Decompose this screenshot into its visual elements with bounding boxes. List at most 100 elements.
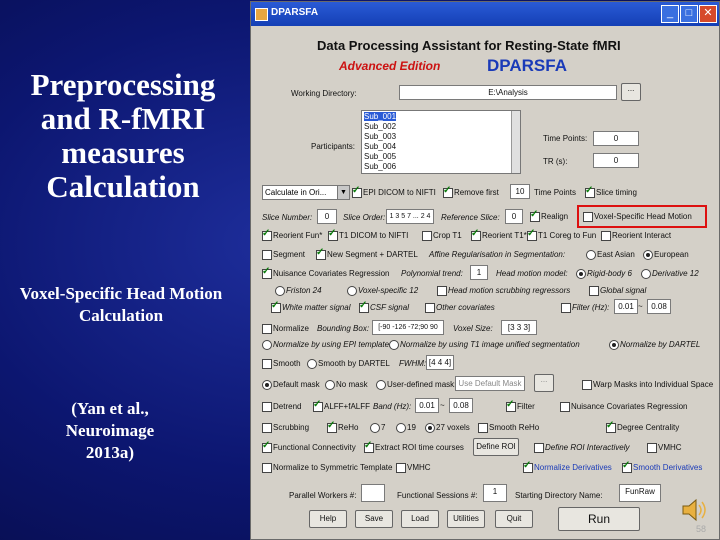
t1-dicom-checkbox[interactable] [328, 228, 338, 241]
filter-checkbox[interactable] [561, 303, 571, 313]
nuisance-regression-2-checkbox[interactable] [560, 402, 570, 412]
smooth-checkbox[interactable] [262, 359, 272, 369]
degree-centrality-checkbox[interactable] [606, 420, 616, 433]
user-mask-label: User-defined mask: [387, 380, 457, 389]
smooth-reho-checkbox[interactable] [478, 423, 488, 433]
extract-roi-checkbox[interactable] [364, 440, 374, 453]
smooth-derivatives-checkbox[interactable] [622, 460, 632, 473]
participants-scrollbar[interactable] [511, 111, 520, 173]
time-points-field[interactable]: 0 [593, 131, 639, 146]
reho-27-radio[interactable] [425, 423, 435, 433]
reorient-t1-checkbox[interactable] [471, 228, 481, 241]
remove-first-field[interactable]: 10 [510, 184, 530, 199]
csf-signal-checkbox[interactable] [359, 300, 369, 313]
slice-timing-checkbox[interactable] [585, 185, 595, 198]
other-covariates-checkbox[interactable] [425, 303, 435, 313]
epi-dicom-checkbox[interactable] [352, 185, 362, 198]
slice-order-field[interactable]: 1 3 5 7 ... 2 4 6 8 ... 10 12 [386, 209, 434, 224]
participant-item[interactable]: Sub_004 [364, 142, 396, 151]
participant-item[interactable]: Sub_002 [364, 122, 396, 131]
rigid-body-radio[interactable] [576, 269, 586, 279]
no-mask-radio[interactable] [325, 380, 335, 390]
fwhm-field[interactable]: [4 4 4] [426, 355, 454, 370]
band-high-field[interactable]: 0.08 [449, 398, 473, 413]
participant-item[interactable]: Sub_003 [364, 132, 396, 141]
segment-checkbox[interactable] [262, 250, 272, 260]
vmhc-opt-label: VMHC [658, 443, 682, 452]
participant-item[interactable]: Sub_006 [364, 162, 396, 171]
voxel-head-motion-checkbox[interactable] [583, 212, 593, 222]
quit-button[interactable]: Quit [495, 510, 533, 528]
global-signal-checkbox[interactable] [589, 286, 599, 296]
normalize-dartel-radio[interactable] [609, 340, 619, 350]
band-low-field[interactable]: 0.01 [415, 398, 439, 413]
voxel-specific-radio[interactable] [347, 286, 357, 296]
calculate-in-select[interactable]: Calculate in Ori... ▼ [262, 185, 350, 200]
friston-radio[interactable] [275, 286, 285, 296]
participant-item[interactable]: Sub_001 [364, 112, 397, 121]
reorient-fun-checkbox[interactable] [262, 228, 272, 241]
default-mask-radio[interactable] [262, 380, 272, 390]
normalize-epi-radio[interactable] [262, 340, 272, 350]
derivative-radio[interactable] [641, 269, 651, 279]
european-radio[interactable] [643, 250, 653, 260]
reho-7-label: 7 [381, 423, 386, 432]
normalize-symmetric-checkbox[interactable] [262, 463, 272, 473]
load-button[interactable]: Load [401, 510, 439, 528]
bounding-box-field[interactable]: [-90 -126 -72;90 90 108] [372, 320, 444, 335]
new-segment-checkbox[interactable] [316, 247, 326, 260]
voxel-size-field[interactable]: [3 3 3] [501, 320, 537, 335]
functional-sessions-field[interactable]: 1 [483, 484, 507, 502]
starting-directory-field[interactable]: FunRaw [619, 484, 661, 502]
reho-7-radio[interactable] [370, 423, 380, 433]
filter-low-field[interactable]: 0.01 [614, 299, 638, 314]
t1-coreg-checkbox[interactable] [527, 228, 537, 241]
mask-browse-button[interactable]: ... [534, 374, 554, 392]
normalize-t1-radio[interactable] [389, 340, 399, 350]
participant-item[interactable]: Sub_005 [364, 152, 396, 161]
vmhc-opt-checkbox[interactable] [647, 443, 657, 453]
alff-checkbox[interactable] [313, 399, 323, 412]
working-dir-field[interactable]: E:\Analysis [399, 85, 617, 100]
smooth-dartel-radio[interactable] [307, 359, 317, 369]
warp-masks-checkbox[interactable] [582, 380, 592, 390]
minimize-button[interactable]: _ [661, 5, 679, 23]
save-button[interactable]: Save [355, 510, 393, 528]
parallel-workers-field[interactable] [361, 484, 385, 502]
normalize-checkbox[interactable] [262, 324, 272, 334]
vmhc-checkbox[interactable] [396, 463, 406, 473]
filter-high-field[interactable]: 0.08 [647, 299, 671, 314]
wm-signal-checkbox[interactable] [271, 300, 281, 313]
reference-slice-field[interactable]: 0 [505, 209, 523, 224]
participants-list[interactable]: Sub_001 Sub_002 Sub_003 Sub_004 Sub_005 … [361, 110, 521, 174]
slice-number-field[interactable]: 0 [317, 209, 337, 224]
maximize-button[interactable]: □ [680, 5, 698, 23]
reho-19-radio[interactable] [396, 423, 406, 433]
app-logo: DPARSFA [487, 56, 567, 75]
help-button[interactable]: Help [309, 510, 347, 528]
normalize-derivatives-checkbox[interactable] [523, 460, 533, 473]
close-button[interactable]: ✕ [699, 5, 717, 23]
fc-checkbox[interactable] [262, 440, 272, 453]
crop-t1-checkbox[interactable] [422, 231, 432, 241]
east-asian-radio[interactable] [586, 250, 596, 260]
working-dir-browse-button[interactable]: ... [621, 83, 641, 101]
define-roi-interactively-checkbox[interactable] [534, 443, 544, 453]
realign-checkbox[interactable] [530, 209, 540, 222]
define-roi-button[interactable]: Define ROI [473, 438, 519, 456]
run-button[interactable]: Run [558, 507, 640, 531]
tr-field[interactable]: 0 [593, 153, 639, 168]
user-mask-radio[interactable] [376, 380, 386, 390]
user-mask-field[interactable]: Use Default Mask [455, 376, 525, 391]
nuisance-regression-checkbox[interactable] [262, 266, 272, 279]
detrend-checkbox[interactable] [262, 402, 272, 412]
remove-first-checkbox[interactable] [443, 185, 453, 198]
reho-checkbox[interactable] [327, 420, 337, 433]
speaker-icon[interactable] [680, 497, 708, 523]
polynomial-trend-field[interactable]: 1 [470, 265, 488, 280]
filter-2-checkbox[interactable] [506, 399, 516, 412]
scrubbing-regressors-checkbox[interactable] [437, 286, 447, 296]
scrubbing-checkbox[interactable] [262, 423, 272, 433]
reorient-interact-checkbox[interactable] [601, 231, 611, 241]
utilities-button[interactable]: Utilities [447, 510, 485, 528]
